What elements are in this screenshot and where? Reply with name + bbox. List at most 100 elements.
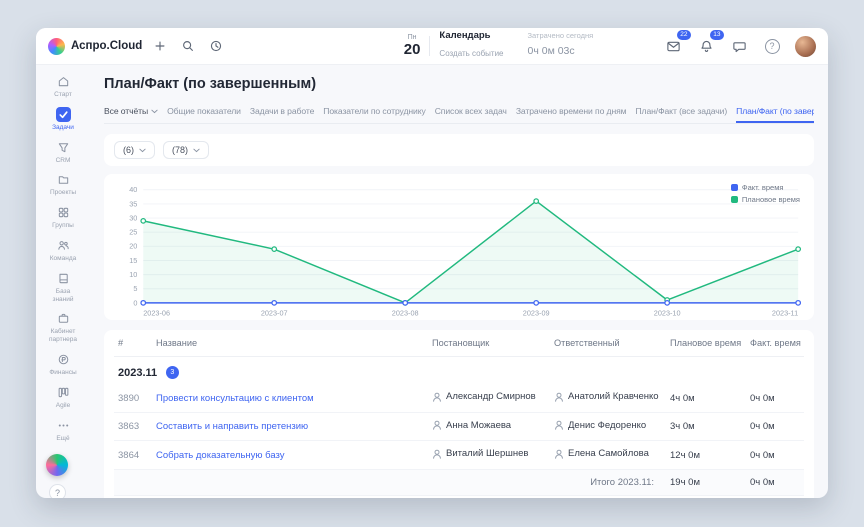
person-icon <box>432 392 442 402</box>
plan-fact-chart[interactable]: 05101520253035402023-062023-072023-08202… <box>114 182 804 318</box>
tab-plan-fact-completed[interactable]: План/Факт (по завершенным) <box>736 100 814 123</box>
add-button[interactable] <box>150 36 170 56</box>
folder-icon <box>40 172 86 187</box>
sidebar-item-agile[interactable]: Agile <box>38 381 88 413</box>
mail-badge: 22 <box>677 30 691 40</box>
table-row[interactable]: 3863 Составить и направить претензию Анн… <box>114 412 804 441</box>
help-button[interactable]: ? <box>762 36 782 56</box>
sidebar-item-groups[interactable]: Группы <box>38 201 88 233</box>
group-label: 2023.11 <box>118 367 157 379</box>
total-label: Итого 2023.11: <box>114 469 666 495</box>
filter-chip-1[interactable]: (6) <box>114 141 155 159</box>
column-header-planned[interactable]: Плановое время <box>666 330 746 357</box>
page-title: План/Факт (по завершенным) <box>104 76 814 92</box>
tab-tasks-in-progress[interactable]: Задачи в работе <box>250 100 314 123</box>
chevron-down-icon <box>139 148 146 153</box>
task-id: 3890 <box>114 384 152 412</box>
sidebar-item-more[interactable]: Ещё <box>38 414 88 446</box>
top-bar: Аспро.Cloud Пн 20 Календарь Созд <box>36 28 828 65</box>
tab-general-metrics[interactable]: Общие показатели <box>167 100 241 123</box>
plan-series-swatch <box>731 196 738 203</box>
task-link[interactable]: Собрать доказательную базу <box>156 450 285 461</box>
main-content: План/Факт (по завершенным) Все отчёты Об… <box>90 65 828 498</box>
person-icon <box>554 420 564 430</box>
tab-all-tasks-list[interactable]: Список всех задач <box>435 100 507 123</box>
person-icon <box>554 449 564 459</box>
plus-icon <box>153 39 167 53</box>
assignee-cell[interactable]: Елена Самойлова <box>554 448 649 459</box>
app-window: Аспро.Cloud Пн 20 Календарь Созд <box>36 28 828 498</box>
avatar[interactable] <box>795 36 816 57</box>
history-clock-icon <box>209 39 223 53</box>
help-widget-button[interactable]: ? <box>49 484 66 498</box>
svg-text:25: 25 <box>129 228 137 237</box>
fact-time: 0ч 0м <box>746 412 804 441</box>
table-row[interactable]: 3864 Собрать доказательную базу Виталий … <box>114 441 804 470</box>
task-id: 3864 <box>114 441 152 470</box>
tab-plan-fact-all-tasks[interactable]: План/Факт (все задачи) <box>635 100 727 123</box>
tab-employee-metrics[interactable]: Показатели по сотруднику <box>323 100 425 123</box>
tab-time-by-days[interactable]: Затрачено времени по дням <box>516 100 627 123</box>
person-icon <box>554 392 564 402</box>
sidebar-item-knowledge-base[interactable]: База знаний <box>38 267 88 307</box>
tab-all-reports[interactable]: Все отчёты <box>104 100 158 123</box>
table-row[interactable]: 3890 Провести консультацию с клиентом Ал… <box>114 384 804 412</box>
time-tracker[interactable]: Затрачено сегодня 0ч 0м 03с <box>528 31 594 62</box>
svg-text:2023-09: 2023-09 <box>523 309 550 318</box>
author-cell[interactable]: Виталий Шершнев <box>432 448 528 459</box>
desktop-background: Аспро.Cloud Пн 20 Календарь Созд <box>0 0 864 527</box>
filter-chip-2[interactable]: (78) <box>163 141 209 159</box>
total-planned-time: 19ч 0м <box>666 469 746 495</box>
book-icon <box>40 271 86 286</box>
fact-series-swatch <box>731 184 738 191</box>
calendar-widget[interactable]: Пн 20 Календарь Создать событие <box>404 30 504 62</box>
header-icons: 22 13 ? <box>663 36 816 57</box>
sidebar-item-finance[interactable]: Финансы <box>38 348 88 380</box>
mail-button[interactable]: 22 <box>663 36 683 56</box>
column-header-id[interactable]: # <box>114 330 152 357</box>
column-header-assignee[interactable]: Ответственный <box>550 330 666 357</box>
search-button[interactable] <box>178 36 198 56</box>
divider <box>429 36 430 56</box>
assignee-cell[interactable]: Анатолий Кравченко <box>554 391 659 402</box>
svg-text:10: 10 <box>129 270 137 279</box>
brand[interactable]: Аспро.Cloud <box>48 38 142 55</box>
grid-icon <box>40 205 86 220</box>
author-cell[interactable]: Анна Можаева <box>432 420 511 431</box>
brand-logo-icon <box>48 38 65 55</box>
weekday-label: Пн <box>404 34 421 41</box>
svg-text:2023-10: 2023-10 <box>654 309 681 318</box>
task-link[interactable]: Составить и направить претензию <box>156 421 308 432</box>
calendar-title[interactable]: Календарь <box>439 30 503 42</box>
assistant-widget-button[interactable] <box>46 454 68 476</box>
filters-bar: (6) (78) <box>104 134 814 166</box>
sidebar-item-projects[interactable]: Проекты <box>38 168 88 200</box>
report-tabs: Все отчёты Общие показатели Задачи в раб… <box>104 100 814 124</box>
chat-button[interactable] <box>729 36 749 56</box>
chevron-down-icon <box>193 148 200 153</box>
task-link[interactable]: Провести консультацию с клиентом <box>156 393 314 404</box>
home-icon <box>40 74 86 89</box>
planned-time: 4ч 0м <box>666 384 746 412</box>
sidebar-item-team[interactable]: Команда <box>38 234 88 266</box>
column-header-name[interactable]: Название <box>152 330 428 357</box>
column-header-fact[interactable]: Факт. время <box>746 330 804 357</box>
notifications-button[interactable]: 13 <box>696 36 716 56</box>
total-fact-time: 0ч 0м <box>746 469 804 495</box>
sidebar-item-tasks[interactable]: Задачи <box>38 103 88 135</box>
people-icon <box>40 238 86 253</box>
sidebar-item-partner-cabinet[interactable]: Кабинет партнера <box>38 307 88 347</box>
assignee-cell[interactable]: Денис Федоренко <box>554 420 646 431</box>
sidebar-item-crm[interactable]: CRM <box>38 136 88 168</box>
history-button[interactable] <box>206 36 226 56</box>
search-icon <box>181 39 195 53</box>
sidebar-item-start[interactable]: Старт <box>38 70 88 102</box>
notifications-badge: 13 <box>710 30 724 40</box>
svg-text:35: 35 <box>129 199 137 208</box>
author-cell[interactable]: Александр Смирнов <box>432 391 536 402</box>
timer-label: Затрачено сегодня <box>528 31 594 41</box>
column-header-author[interactable]: Постановщик <box>428 330 550 357</box>
create-event-label[interactable]: Создать событие <box>439 49 503 58</box>
fact-time: 0ч 0м <box>746 441 804 470</box>
mail-icon <box>666 39 681 54</box>
